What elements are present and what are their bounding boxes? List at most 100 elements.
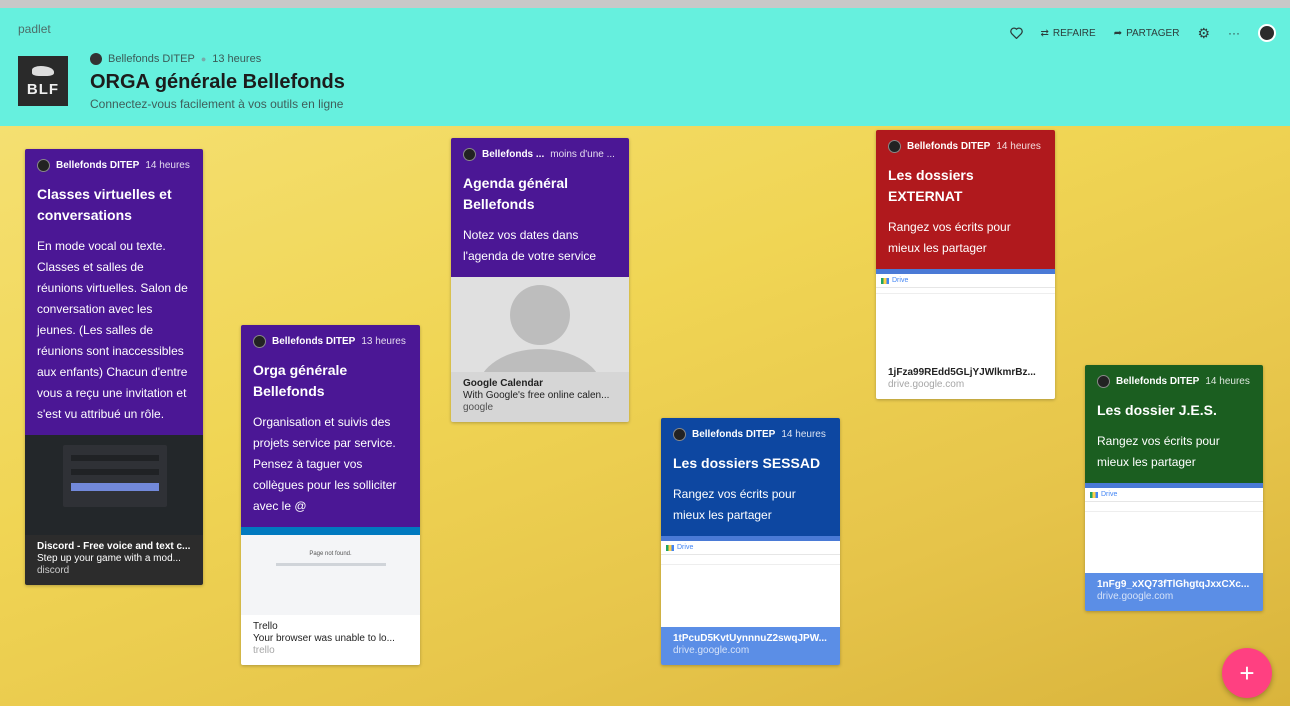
gear-icon: ⚙	[1197, 24, 1210, 41]
more-icon: ···	[1228, 26, 1240, 40]
link-preview-image[interactable]: Drive	[876, 269, 1055, 361]
link-preview-image[interactable]: Drive	[1085, 483, 1263, 573]
link-host: discord	[37, 565, 70, 576]
post-title: Les dossiers EXTERNAT	[888, 167, 974, 204]
share-arrow-icon: ➦	[1113, 27, 1123, 39]
page-title: ORGA générale Bellefonds	[90, 71, 345, 93]
page-subtitle: Connectez-vous facilement à vos outils e…	[90, 97, 344, 111]
more-button[interactable]: ···	[1228, 26, 1240, 40]
board-logo: BLF	[18, 56, 68, 106]
post-time: 14 heures	[1205, 376, 1250, 387]
link-info[interactable]: 1jFza99REdd5GLjYJWlkmrBz... drive.google…	[876, 361, 1055, 399]
post-time: 13 heures	[361, 336, 406, 347]
board-meta: Bellefonds DITEP ● 13 heures	[90, 53, 261, 65]
post-author: Bellefonds DITEP 14 heures	[37, 159, 191, 172]
post-card-sessad[interactable]: Bellefonds DITEP 14 heures Les dossiers …	[661, 418, 840, 665]
link-preview-image[interactable]	[451, 277, 629, 372]
link-info[interactable]: Discord - Free voice and text c... Step …	[25, 535, 203, 585]
post-body: Notez vos dates dans l'agenda de votre s…	[463, 228, 597, 263]
link-info[interactable]: Trello Your browser was unable to lo... …	[241, 615, 420, 665]
post-author-name: Bellefonds DITEP	[907, 141, 991, 152]
drive-logo-icon	[666, 544, 674, 551]
link-host: google	[463, 402, 494, 413]
redo-label: REFAIRE	[1052, 27, 1096, 39]
drive-logo-icon	[881, 277, 889, 284]
author-avatar	[90, 53, 102, 65]
link-title: Google Calendar	[463, 378, 544, 389]
author-avatar	[673, 428, 686, 441]
post-card-agenda[interactable]: Bellefonds ... moins d'une ... Agenda gé…	[451, 138, 629, 422]
post-title: Les dossiers SESSAD	[673, 455, 821, 471]
author-avatar	[253, 335, 266, 348]
post-card-jes[interactable]: Bellefonds DITEP 14 heures Les dossier J…	[1085, 365, 1263, 611]
post-time: 14 heures	[996, 141, 1041, 152]
drive-label: Drive	[892, 277, 909, 284]
post-author: Bellefonds DITEP 13 heures	[253, 335, 408, 348]
share-button[interactable]: ➦ PARTAGER	[1114, 28, 1180, 39]
add-post-button[interactable]: +	[1222, 648, 1272, 698]
link-info[interactable]: 1nFg9_xXQ73fTlGhgtqJxxCXc... drive.googl…	[1085, 573, 1263, 611]
link-title: 1tPcuD5KvtUynnnuZ2swqJPW...	[673, 633, 827, 644]
author-avatar	[463, 148, 476, 161]
separator-dot-icon: ●	[200, 54, 207, 64]
link-description: With Google's free online calen...	[463, 390, 610, 401]
post-author-name: Bellefonds DITEP	[272, 336, 356, 347]
post-body: Organisation et suivis des projets servi…	[253, 415, 397, 513]
link-host: drive.google.com	[673, 645, 750, 656]
logo-text: BLF	[26, 81, 60, 98]
link-description: Your browser was unable to lo...	[253, 633, 395, 644]
post-title: Agenda général Bellefonds	[463, 175, 569, 212]
header-actions: ⇄ REFAIRE ➦ PARTAGER ⚙ ···	[1009, 24, 1276, 42]
author-avatar	[888, 140, 901, 153]
post-author: Bellefonds DITEP 14 heures	[888, 140, 1043, 153]
link-preview-image[interactable]: Drive	[661, 536, 840, 627]
post-body: Rangez vos écrits pour mieux les partage…	[1097, 434, 1220, 469]
post-body: Rangez vos écrits pour mieux les partage…	[673, 487, 796, 522]
post-author-name: Bellefonds DITEP	[1116, 376, 1200, 387]
window-top-border	[0, 0, 1290, 8]
post-time: 14 heures	[781, 429, 826, 440]
post-body: Rangez vos écrits pour mieux les partage…	[888, 220, 1011, 255]
link-preview-image[interactable]: Page not found.	[241, 527, 420, 615]
board-author: Bellefonds DITEP	[108, 53, 195, 65]
board-time: 13 heures	[212, 53, 262, 65]
link-host: drive.google.com	[888, 379, 965, 390]
author-avatar	[37, 159, 50, 172]
post-author-name: Bellefonds ...	[482, 149, 545, 160]
link-title: Trello	[253, 621, 278, 632]
link-info[interactable]: 1tPcuD5KvtUynnnuZ2swqJPW... drive.google…	[661, 627, 840, 665]
post-title: Classes virtuelles et conversations	[37, 186, 172, 223]
padlet-header: padlet BLF Bellefonds DITEP ● 13 heures …	[0, 8, 1290, 126]
person-placeholder-icon	[483, 285, 597, 372]
post-card-externat[interactable]: Bellefonds DITEP 14 heures Les dossiers …	[876, 130, 1055, 399]
post-author: Bellefonds DITEP 14 heures	[673, 428, 828, 441]
link-title: Discord - Free voice and text c...	[37, 541, 191, 552]
link-title: 1jFza99REdd5GLjYJWlkmrBz...	[888, 367, 1036, 378]
like-button[interactable]	[1009, 27, 1023, 39]
preview-message: Page not found.	[309, 551, 352, 557]
post-card-classes[interactable]: Bellefonds DITEP 14 heures Classes virtu…	[25, 149, 203, 585]
heart-icon	[1009, 27, 1023, 39]
post-author-name: Bellefonds DITEP	[692, 429, 776, 440]
link-title: 1nFg9_xXQ73fTlGhgtqJxxCXc...	[1097, 579, 1250, 590]
post-time: moins d'une ...	[550, 149, 615, 160]
padlet-brand[interactable]: padlet	[18, 22, 51, 36]
link-host: trello	[253, 645, 275, 656]
horse-icon	[32, 66, 54, 76]
user-avatar[interactable]	[1258, 24, 1276, 42]
drive-label: Drive	[677, 544, 694, 551]
remake-icon: ⇄	[1040, 27, 1049, 39]
link-preview-image[interactable]	[25, 435, 203, 535]
author-avatar	[1097, 375, 1110, 388]
post-body: En mode vocal ou texte. Classes et salle…	[37, 239, 188, 421]
post-card-orga[interactable]: Bellefonds DITEP 13 heures Orga générale…	[241, 325, 420, 665]
post-title: Les dossier J.E.S.	[1097, 402, 1217, 418]
drive-logo-icon	[1090, 491, 1098, 498]
redo-button[interactable]: ⇄ REFAIRE	[1041, 28, 1096, 39]
settings-button[interactable]: ⚙	[1197, 25, 1210, 42]
link-info[interactable]: Google Calendar With Google's free onlin…	[451, 372, 629, 422]
post-time: 14 heures	[145, 160, 190, 171]
post-author-name: Bellefonds DITEP	[56, 160, 140, 171]
link-description: Step up your game with a mod...	[37, 553, 181, 564]
post-author: Bellefonds ... moins d'une ...	[463, 148, 617, 161]
